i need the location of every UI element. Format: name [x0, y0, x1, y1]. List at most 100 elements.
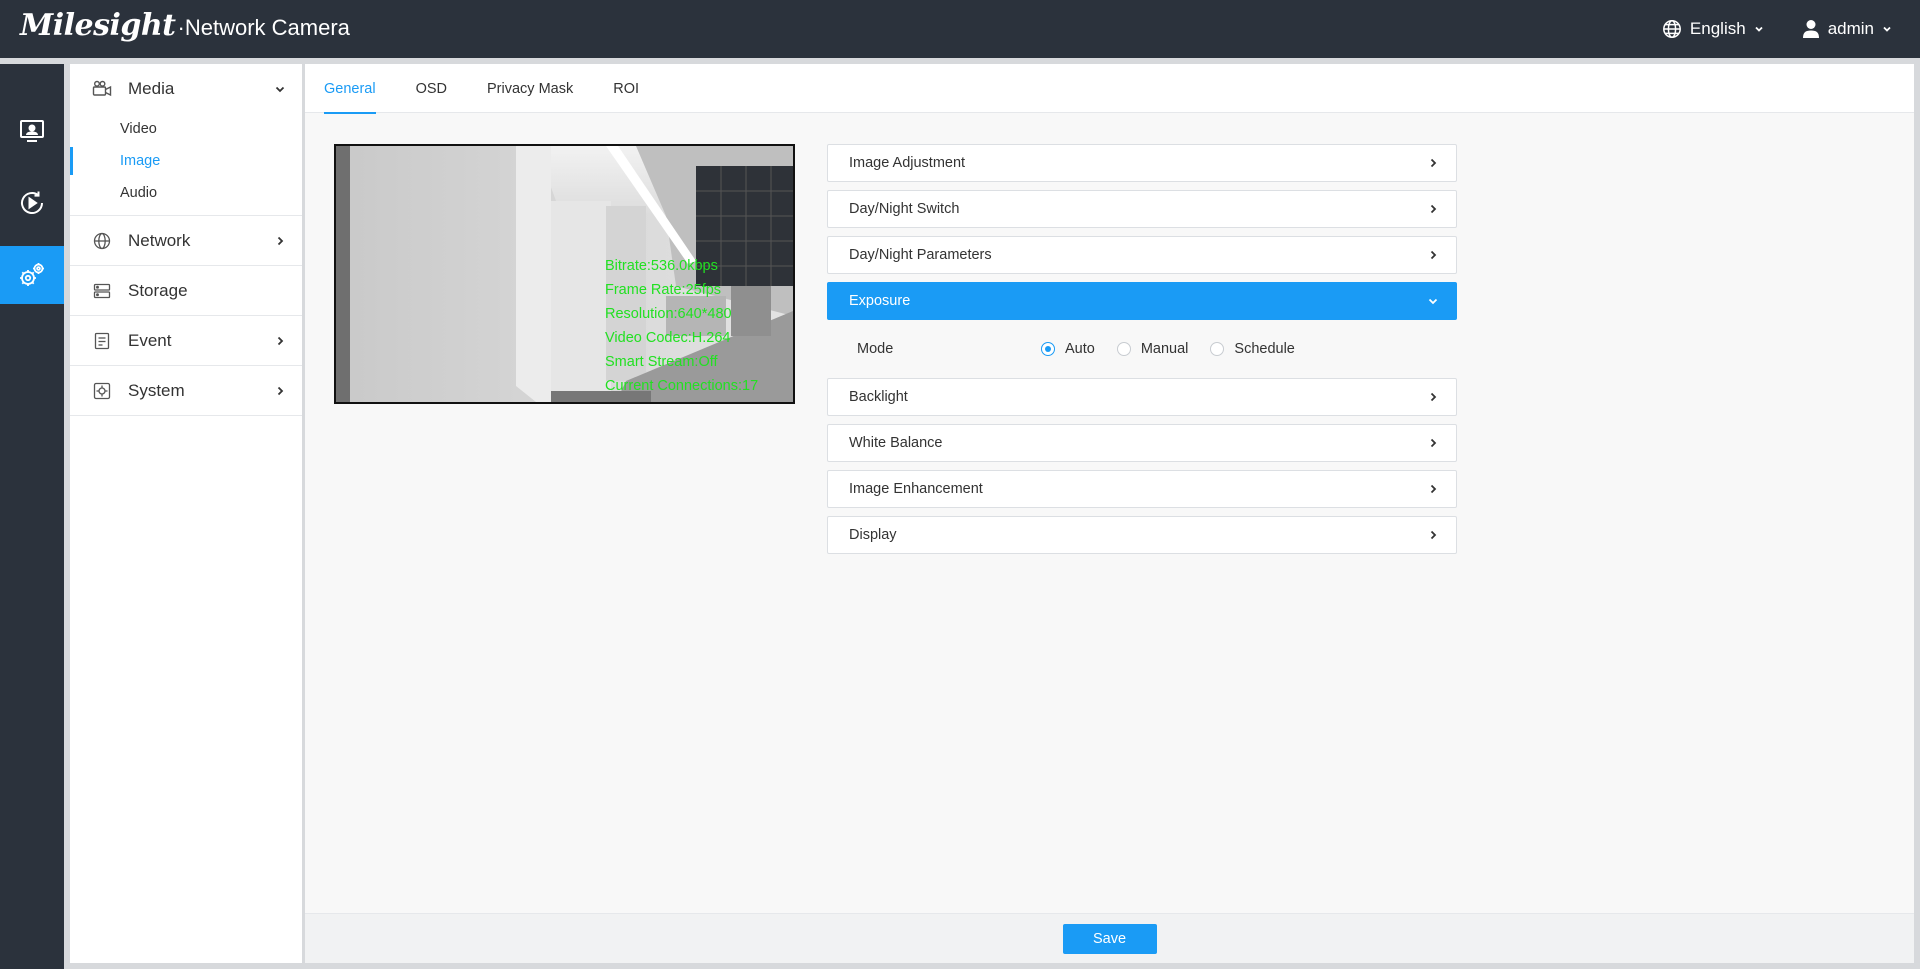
panel-label: Day/Night Parameters — [849, 247, 992, 263]
chevron-right-icon — [1430, 250, 1437, 260]
radio-schedule[interactable]: Schedule — [1210, 341, 1295, 357]
exposure-mode-label: Mode — [857, 341, 894, 357]
sidebar-item-event[interactable]: Event — [70, 316, 302, 365]
chevron-right-icon — [277, 386, 284, 395]
user-name: admin — [1827, 19, 1874, 38]
sidebar-group-network: Network — [70, 216, 302, 266]
panel-white-balance[interactable]: White Balance — [827, 424, 1457, 462]
language-selector[interactable]: English — [1662, 19, 1764, 39]
radio-label-manual: Manual — [1140, 341, 1189, 357]
app-logo: Milesight ·Network Camera — [20, 8, 350, 43]
rail-playback[interactable] — [0, 174, 64, 232]
panel-label: Display — [849, 527, 897, 543]
sidebar-item-system[interactable]: System — [70, 366, 302, 415]
top-header: Milesight ·Network Camera English admin — [0, 0, 1920, 58]
sidebar-subitem-image[interactable]: Image — [70, 145, 302, 177]
settings-icon — [20, 263, 44, 286]
sidebar-group-system: System — [70, 366, 302, 416]
nav-rail — [0, 64, 64, 969]
chevron-right-icon — [1430, 530, 1437, 540]
exposure-settings: Mode Auto Manual Schedule — [827, 320, 1457, 378]
osd-frame-rate: Frame Rate:25fps — [605, 282, 722, 298]
main-content: General OSD Privacy Mask ROI Bitrate:536… — [305, 64, 1914, 913]
radio-label-auto: Auto — [1065, 341, 1095, 357]
sidebar-subitem-video[interactable]: Video — [70, 113, 302, 145]
image-settings-accordion: Image Adjustment Day/Night Switch Day/Ni… — [827, 144, 1457, 562]
panel-day-night-parameters[interactable]: Day/Night Parameters — [827, 236, 1457, 274]
panel-exposure[interactable]: Exposure — [827, 282, 1457, 320]
product-name: ·Network Camera — [177, 15, 350, 40]
sidebar-label-system: System — [128, 380, 185, 400]
tab-privacy-mask[interactable]: Privacy Mask — [487, 64, 573, 113]
panel-backlight[interactable]: Backlight — [827, 378, 1457, 416]
sidebar-group-storage: Storage — [70, 266, 302, 316]
sidebar-label-media: Media — [128, 78, 175, 98]
rail-live-view[interactable] — [0, 102, 64, 160]
radio-manual[interactable]: Manual — [1116, 341, 1189, 357]
sidebar-label-storage: Storage — [128, 280, 188, 300]
chevron-right-icon — [277, 236, 284, 245]
osd-smart-stream: Smart Stream:Off — [605, 354, 718, 370]
tab-general[interactable]: General — [324, 64, 376, 114]
language-label: English — [1689, 19, 1746, 38]
system-icon — [92, 381, 112, 401]
panel-image-adjustment[interactable]: Image Adjustment — [827, 144, 1457, 182]
panel-label: Backlight — [849, 389, 908, 405]
event-icon — [92, 331, 112, 351]
sidebar-subitem-audio[interactable]: Audio — [70, 177, 302, 209]
chevron-right-icon — [1430, 438, 1437, 448]
media-submenu: Video Image Audio — [70, 113, 302, 215]
storage-icon — [92, 281, 112, 301]
sidebar-group-event: Event — [70, 316, 302, 366]
camera-icon — [92, 79, 112, 99]
footer-bar: Save — [305, 913, 1914, 963]
osd-overlay: Bitrate:536.0kbps Frame Rate:25fps Resol… — [605, 254, 758, 398]
chevron-down-icon — [1755, 26, 1763, 32]
sidebar-item-media[interactable]: Media — [70, 64, 302, 113]
chevron-right-icon — [1430, 158, 1437, 168]
panel-label: Day/Night Switch — [849, 201, 960, 217]
save-button[interactable]: Save — [1062, 923, 1157, 954]
panel-label: Image Adjustment — [849, 155, 966, 171]
user-menu[interactable]: admin — [1802, 19, 1892, 39]
sidebar-label-event: Event — [128, 330, 172, 350]
panel-image-enhancement[interactable]: Image Enhancement — [827, 470, 1457, 508]
exposure-mode-radio-group: Auto Manual Schedule — [1041, 341, 1295, 357]
video-preview[interactable]: Bitrate:536.0kbps Frame Rate:25fps Resol… — [334, 144, 795, 404]
chevron-right-icon — [277, 336, 284, 345]
radio-auto[interactable]: Auto — [1041, 341, 1095, 357]
settings-sidebar: Media Video Image Audio Network Storage … — [70, 64, 302, 963]
chevron-right-icon — [1430, 484, 1437, 494]
rail-settings[interactable] — [0, 246, 64, 304]
vertical-scrollbar[interactable] — [1914, 64, 1920, 963]
panel-label: Exposure — [849, 293, 911, 309]
radio-dot[interactable] — [1041, 342, 1055, 356]
radio-label-schedule: Schedule — [1234, 341, 1295, 357]
sidebar-item-storage[interactable]: Storage — [70, 266, 302, 315]
playback-icon — [21, 191, 43, 214]
brand-name: Milesight — [20, 8, 176, 43]
user-icon — [1802, 20, 1819, 38]
chevron-right-icon — [1430, 392, 1437, 402]
globe-icon — [1662, 20, 1681, 38]
osd-connections: Current Connections:17 — [605, 378, 759, 394]
sidebar-group-media: Media Video Image Audio — [70, 64, 302, 216]
osd-resolution: Resolution:640*480 — [605, 306, 732, 322]
panel-day-night-switch[interactable]: Day/Night Switch — [827, 190, 1457, 228]
osd-video-codec: Video Codec:H.264 — [605, 330, 731, 346]
radio-dot[interactable] — [1116, 342, 1131, 356]
chevron-down-icon — [275, 86, 285, 92]
chevron-down-icon — [1883, 26, 1891, 32]
osd-bitrate: Bitrate:536.0kbps — [605, 258, 718, 274]
panel-display[interactable]: Display — [827, 516, 1457, 554]
chevron-right-icon — [1430, 204, 1437, 214]
panel-label: Image Enhancement — [849, 481, 983, 497]
sidebar-item-network[interactable]: Network — [70, 216, 302, 265]
panel-label: White Balance — [849, 435, 943, 451]
chevron-down-icon — [1428, 298, 1438, 305]
radio-dot[interactable] — [1210, 342, 1225, 356]
tab-bar: General OSD Privacy Mask ROI — [305, 64, 1914, 114]
tab-roi[interactable]: ROI — [613, 64, 639, 113]
tab-osd[interactable]: OSD — [416, 64, 447, 113]
globe-icon — [92, 231, 112, 251]
